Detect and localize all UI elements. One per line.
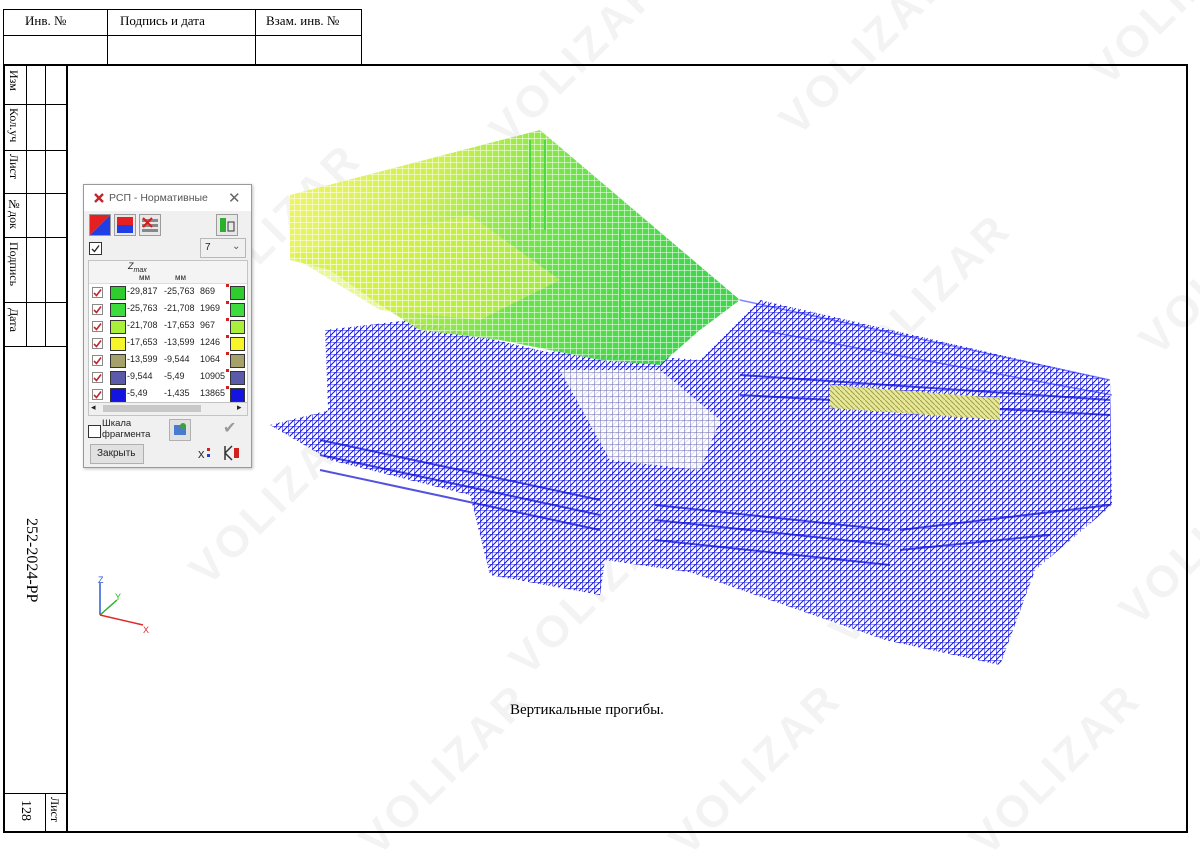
row-color-swatch[interactable]: [110, 388, 126, 402]
apply-check-icon[interactable]: ✔: [223, 418, 236, 438]
legend-row[interactable]: -17,653 -13,599 1246: [89, 335, 247, 352]
legend-row[interactable]: -25,763 -21,708 1969: [89, 301, 247, 318]
row-color-swatch[interactable]: [110, 303, 126, 317]
scrollbar-thumb[interactable]: [103, 405, 201, 412]
row-to-value: -17,653: [164, 320, 195, 330]
legend-scrollbar[interactable]: ◂ ▸: [88, 402, 248, 416]
row-marker: [226, 301, 229, 304]
row-marker: [226, 335, 229, 338]
row-visible-checkbox[interactable]: [92, 338, 103, 349]
row-from-value: -29,817: [127, 286, 158, 296]
legend-grid: Zmax мм мм -29,817 -25,763 869 -25,763 -21,7…: [88, 260, 248, 404]
row-color-preview: [230, 388, 245, 402]
row-from-value: -13,599: [127, 354, 158, 364]
row-marker: [226, 284, 229, 287]
row-visible-checkbox[interactable]: [92, 321, 103, 332]
row-marker: [226, 386, 229, 389]
dialog-titlebar[interactable]: РСП - Нормативные ✕: [84, 185, 251, 211]
axis-x-label: X: [143, 625, 150, 635]
row-marker: [226, 352, 229, 355]
row-visible-checkbox[interactable]: [92, 355, 103, 366]
row-visible-checkbox[interactable]: [92, 372, 103, 383]
refresh-fragment-button[interactable]: [169, 419, 191, 441]
legend-header: Zmax мм мм: [89, 261, 247, 284]
interval-count-value: 7: [205, 242, 211, 253]
row-color-preview: [230, 337, 245, 351]
row-marker: [226, 369, 229, 372]
dialog-title: РСП - Нормативные: [109, 192, 208, 204]
axis-y-label: Y: [115, 592, 122, 602]
row-from-value: -9,544: [127, 371, 153, 381]
unit-from: мм: [139, 273, 150, 282]
unit-to: мм: [175, 273, 186, 282]
reset-icon[interactable]: [222, 443, 242, 463]
row-color-swatch[interactable]: [110, 371, 126, 385]
clear-scale-button[interactable]: [139, 214, 161, 236]
row-from-value: -17,653: [127, 337, 158, 347]
chevron-down-icon: ⌄: [232, 241, 241, 252]
row-color-preview: [230, 320, 245, 334]
row-color-swatch[interactable]: [110, 320, 126, 334]
row-to-value: -1,435: [164, 388, 190, 398]
legend-row[interactable]: -21,708 -17,653 967: [89, 318, 247, 335]
zmax-label: Zmax: [128, 261, 147, 274]
row-to-value: -21,708: [164, 303, 195, 313]
row-count-value: 1246: [200, 337, 221, 347]
row-color-swatch[interactable]: [110, 354, 126, 368]
svg-text:x: x: [198, 446, 205, 461]
legend-dialog: РСП - Нормативные ✕ 7 ⌄ Zmax мм мм -29,8…: [83, 184, 252, 468]
fragment-scale-checkbox[interactable]: [88, 425, 101, 438]
interval-count-select[interactable]: 7 ⌄: [200, 238, 246, 258]
row-color-preview: [230, 354, 245, 368]
app-icon: [94, 193, 104, 203]
scale-settings-button[interactable]: [216, 214, 238, 236]
row-count-value: 10905: [200, 371, 226, 381]
row-visible-checkbox[interactable]: [92, 287, 103, 298]
legend-row[interactable]: -9,544 -5,49 10905: [89, 369, 247, 386]
row-visible-checkbox[interactable]: [92, 304, 103, 315]
scroll-right-icon[interactable]: ▸: [237, 402, 242, 413]
legend-row[interactable]: -13,599 -9,544 1064: [89, 352, 247, 369]
row-visible-checkbox[interactable]: [92, 389, 103, 400]
row-marker: [226, 318, 229, 321]
legend-row[interactable]: -5,49 -1,435 13865: [89, 386, 247, 403]
row-color-preview: [230, 286, 245, 300]
row-to-value: -25,763: [164, 286, 195, 296]
row-color-swatch[interactable]: [110, 337, 126, 351]
scroll-left-icon[interactable]: ◂: [91, 402, 96, 413]
export-icon[interactable]: x: [195, 443, 215, 463]
close-button[interactable]: Закрыть: [90, 444, 144, 464]
row-count-value: 1969: [200, 303, 221, 313]
close-icon[interactable]: ✕: [228, 189, 241, 207]
enable-checkbox[interactable]: [89, 242, 102, 255]
legend-row[interactable]: -29,817 -25,763 869: [89, 284, 247, 301]
row-color-swatch[interactable]: [110, 286, 126, 300]
row-count-value: 967: [200, 320, 216, 330]
row-from-value: -21,708: [127, 320, 158, 330]
row-count-value: 13865: [200, 388, 226, 398]
row-count-value: 869: [200, 286, 216, 296]
figure-caption: Вертикальные прогибы.: [510, 702, 664, 718]
row-from-value: -25,763: [127, 303, 158, 313]
row-count-value: 1064: [200, 354, 221, 364]
row-to-value: -5,49: [164, 371, 185, 381]
row-from-value: -5,49: [127, 388, 148, 398]
fragment-scale-label: Шкала фрагмента: [102, 418, 151, 440]
row-color-preview: [230, 371, 245, 385]
row-to-value: -13,599: [164, 337, 195, 347]
axis-z-label: Z: [98, 575, 104, 585]
row-to-value: -9,544: [164, 354, 190, 364]
color-mode-button[interactable]: [114, 214, 136, 236]
row-color-preview: [230, 303, 245, 317]
color-scheme-button[interactable]: [89, 214, 111, 236]
